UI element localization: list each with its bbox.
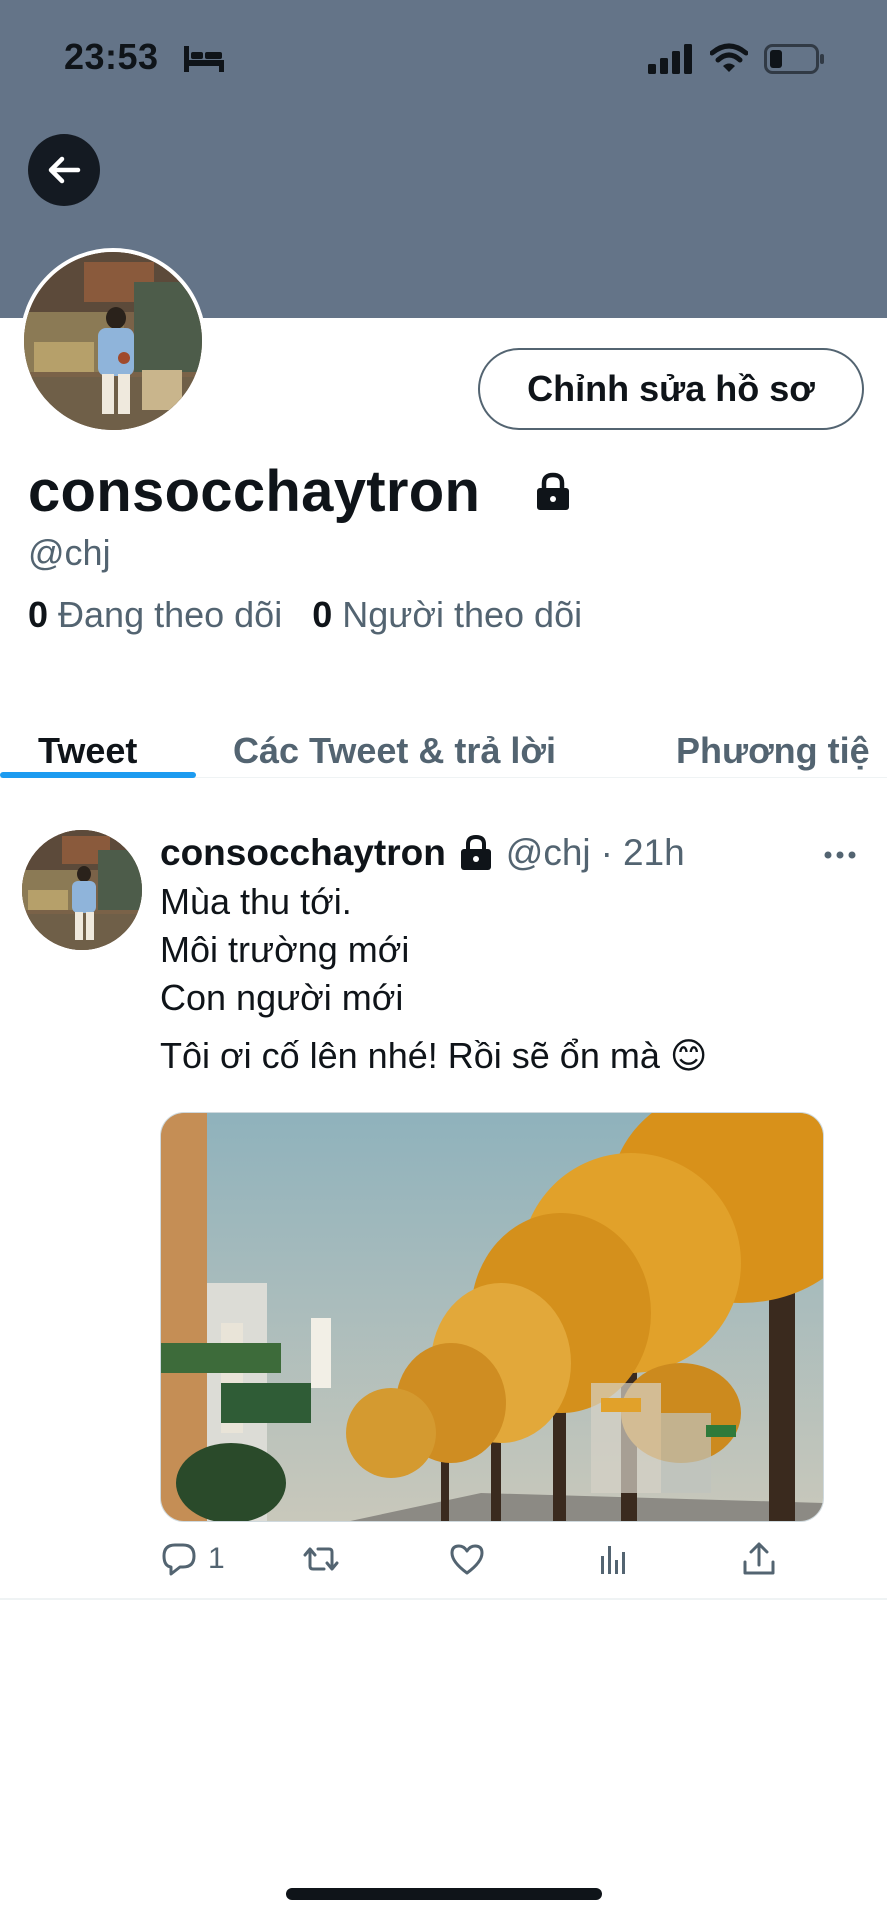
tweet-avatar[interactable] [22, 830, 142, 950]
tweet-header: consocchaytron @chj · 21h [160, 832, 685, 874]
tweet-timestamp[interactable]: 21h [623, 832, 685, 874]
followers-link[interactable]: 0 Người theo dõi [312, 594, 582, 636]
wifi-icon [710, 43, 748, 72]
following-link[interactable]: 0 Đang theo dõi [28, 594, 282, 636]
reply-icon [162, 1543, 196, 1576]
signal-icon [648, 44, 692, 74]
tweet-text: Mùa thu tới. Môi trường mới Con người mớ… [160, 878, 707, 1080]
profile-tabs: Tweet Các Tweet & trả lời Phương tiệ [0, 700, 887, 778]
arrow-left-icon [48, 156, 81, 184]
tweet-photo[interactable] [160, 1112, 824, 1522]
bed-icon [184, 46, 224, 72]
battery-icon [764, 44, 824, 74]
following-label: Đang theo dõi [58, 594, 283, 635]
status-time: 23:53 [64, 36, 159, 77]
tweet-divider [0, 1598, 887, 1600]
retweet-button[interactable] [302, 1540, 340, 1578]
tweet-line: Mùa thu tới. [160, 881, 352, 922]
tweet-line: Tôi ơi cố lên nhé! Rồi sẽ ổn mà 😊 [160, 1035, 708, 1076]
profile-avatar[interactable] [20, 248, 206, 434]
active-tab-indicator [0, 772, 196, 778]
more-icon[interactable] [820, 840, 860, 870]
share-icon [743, 1542, 775, 1575]
lock-icon [537, 472, 569, 510]
reply-button[interactable]: 1 [160, 1540, 225, 1578]
profile-display-name: consocchaytron [28, 459, 481, 524]
analytics-button[interactable] [594, 1540, 632, 1578]
tweet-line: Môi trường mới [160, 929, 410, 970]
back-button[interactable] [28, 134, 100, 206]
edit-profile-button[interactable]: Chỉnh sửa hồ sơ [478, 348, 864, 430]
tab-tweets[interactable]: Tweet [38, 730, 137, 772]
home-indicator [286, 1888, 602, 1900]
share-button[interactable] [740, 1540, 778, 1578]
profile-handle: @chj [28, 532, 111, 573]
lock-icon [460, 834, 491, 870]
analytics-icon [601, 1546, 625, 1574]
tweet-author-name[interactable]: consocchaytron [160, 832, 446, 874]
tab-tweets-replies[interactable]: Các Tweet & trả lời [233, 730, 556, 772]
tweet-line: Con người mới [160, 977, 404, 1018]
following-count: 0 [28, 594, 49, 635]
tweet-author-handle: @chj [505, 832, 591, 873]
like-icon [450, 1544, 484, 1575]
retweet-icon [303, 1547, 339, 1571]
followers-count: 0 [312, 594, 333, 635]
tweet-meta-separator: · [600, 832, 613, 873]
reply-count: 1 [208, 1542, 225, 1575]
tweet-actions: 1 [160, 1540, 800, 1584]
follow-stats: 0 Đang theo dõi 0 Người theo dõi [28, 594, 612, 636]
followers-label: Người theo dõi [342, 594, 583, 635]
tab-media[interactable]: Phương tiệ [676, 730, 870, 772]
like-button[interactable] [448, 1540, 486, 1578]
